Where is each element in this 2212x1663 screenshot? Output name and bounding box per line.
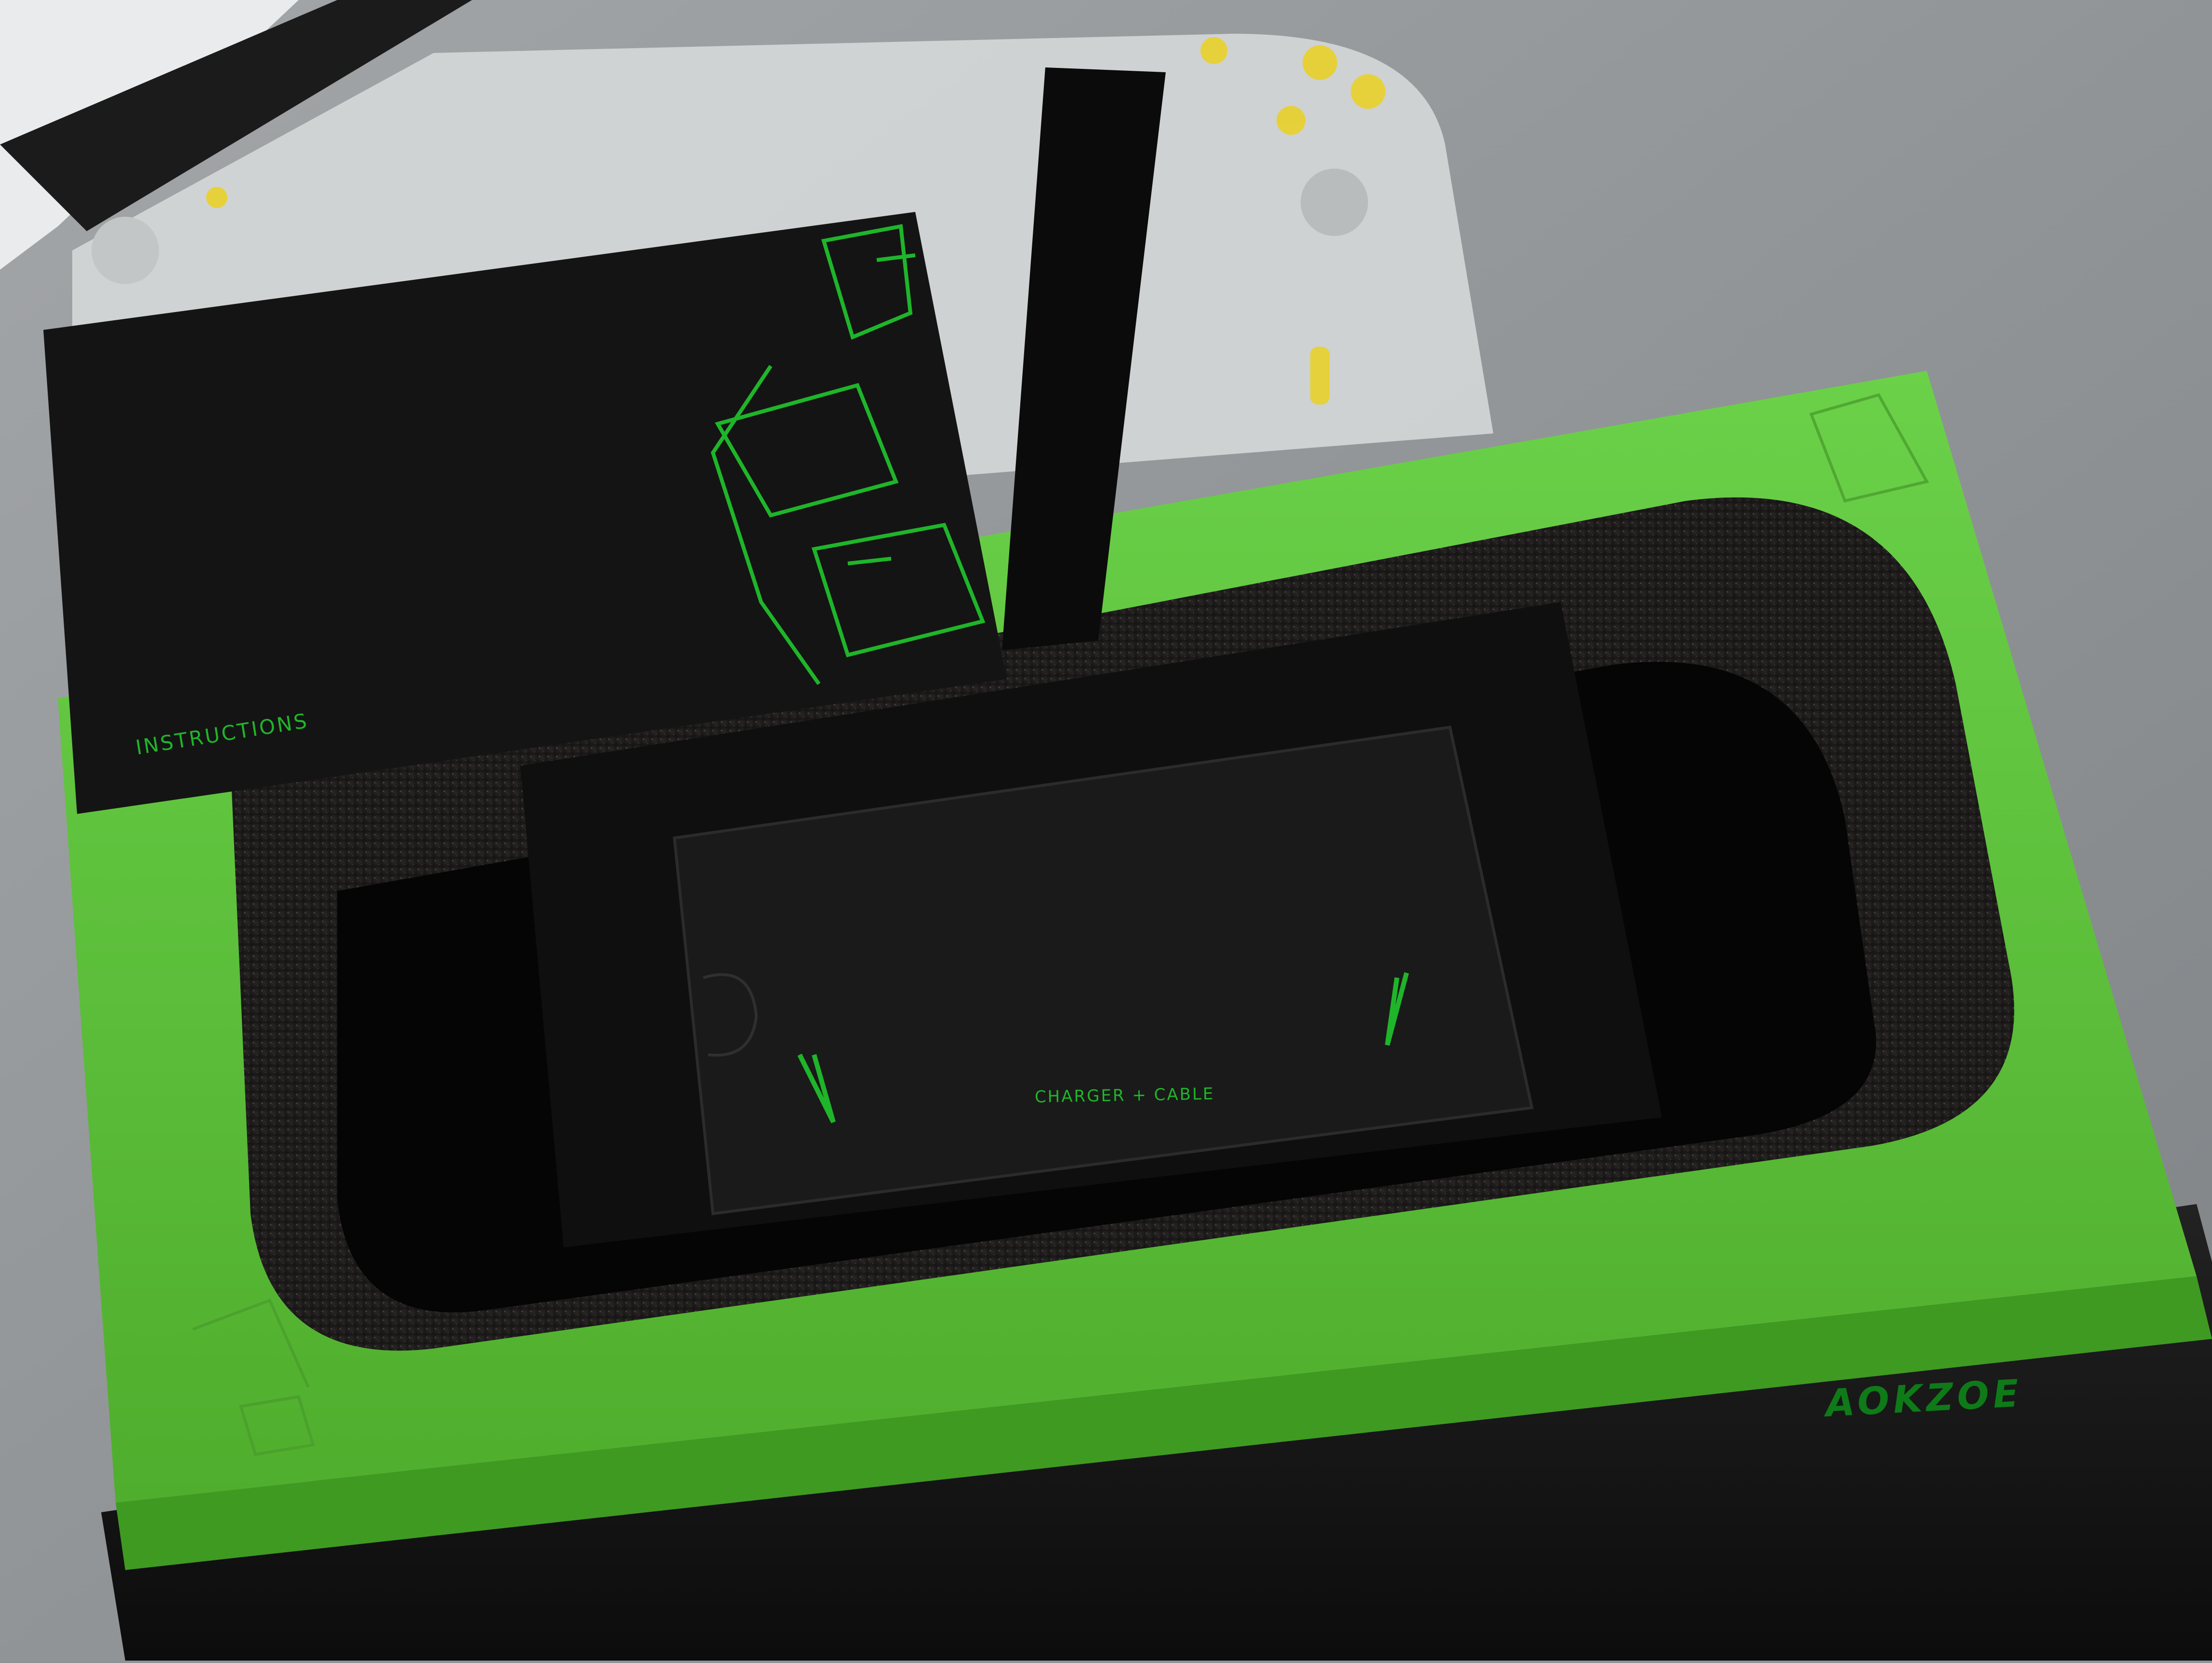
charger-cable-label: CHARGER + CABLE xyxy=(1034,1084,1215,1107)
photo-scene: INSTRUCTIONS CHARGER + CABLE AOKZOE xyxy=(0,0,2212,1661)
